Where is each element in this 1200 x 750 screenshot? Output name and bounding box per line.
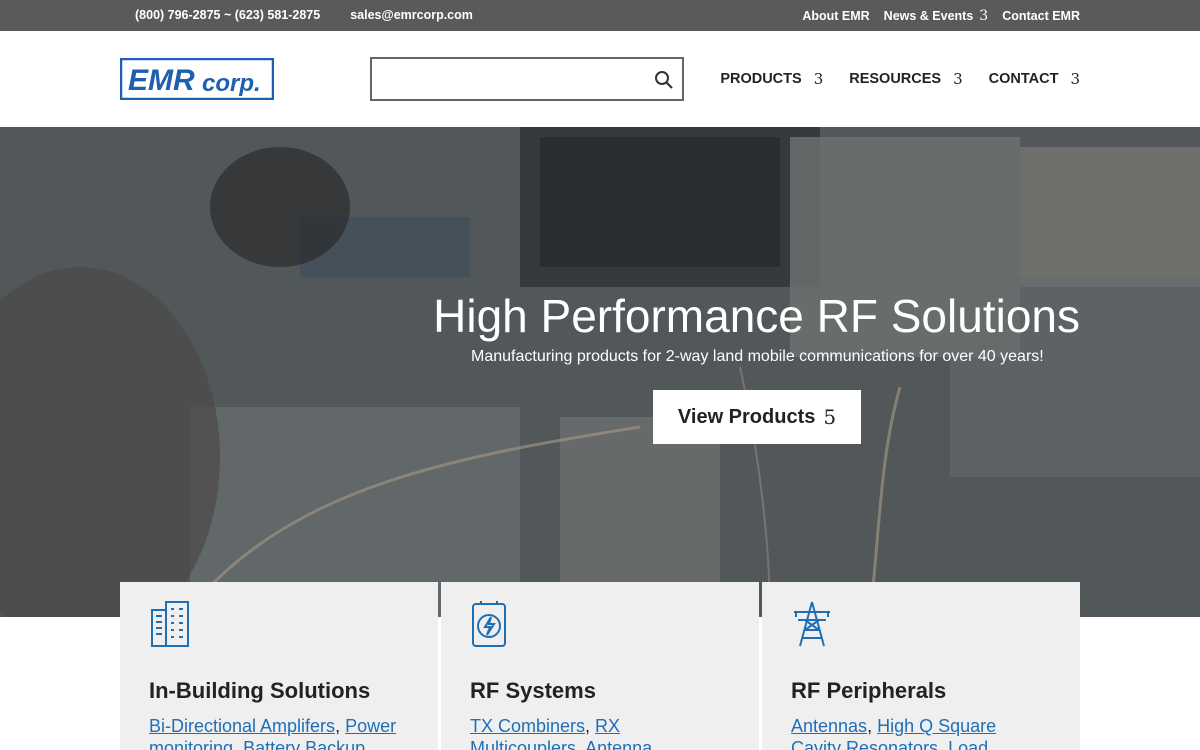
chevron-down-icon: 3: [979, 8, 989, 24]
solution-cards: In-Building Solutions Bi-Directional Amp…: [120, 582, 1080, 750]
view-products-button[interactable]: View Products 5: [653, 390, 861, 444]
link-tx-combiners[interactable]: TX Combiners: [470, 716, 585, 736]
battery-bolt-icon: [472, 601, 506, 647]
nav-products[interactable]: PRODUCTS 3: [720, 70, 823, 88]
link-antennas[interactable]: Antennas: [791, 716, 867, 736]
site-header: EMR corp. PRODUCTS 3 RESOURCES 3 CONTACT 3: [0, 31, 1200, 127]
svg-text:corp.: corp.: [202, 70, 261, 97]
card-links: Antennas, High Q Square Cavity Resonator…: [791, 715, 1051, 750]
phone-number[interactable]: (800) 796-2875 ~ (623) 581-2875: [135, 8, 320, 22]
hero-title: High Performance RF Solutions: [433, 290, 1080, 342]
chevron-down-icon: 3: [1070, 70, 1080, 88]
link-antenna[interactable]: Antenna: [585, 738, 652, 750]
svg-text:EMR: EMR: [128, 64, 195, 97]
link-bi-directional-amplifiers[interactable]: Bi-Directional Amplifers: [149, 716, 335, 736]
emr-corp-logo[interactable]: EMR corp.: [120, 58, 274, 100]
card-title: RF Systems: [470, 678, 596, 703]
nav-contact[interactable]: CONTACT 3: [989, 70, 1080, 88]
card-links: TX Combiners, RX Multicouplers, Antenna: [470, 715, 730, 750]
about-emr-link[interactable]: About EMR: [802, 9, 869, 23]
card-title: RF Peripherals: [791, 678, 947, 703]
card-links: Bi-Directional Amplifers, Power monitori…: [149, 715, 409, 750]
building-icon: [151, 601, 189, 647]
card-in-building-solutions: In-Building Solutions Bi-Directional Amp…: [120, 582, 438, 750]
chevron-down-icon: 3: [953, 70, 963, 88]
main-nav: PRODUCTS 3 RESOURCES 3 CONTACT 3: [720, 70, 1080, 88]
news-events-link[interactable]: News & Events 3: [884, 8, 989, 24]
nav-resources[interactable]: RESOURCES 3: [849, 70, 962, 88]
hero-banner: High Performance RF Solutions Manufactur…: [0, 127, 1200, 617]
chevron-down-icon: 3: [813, 70, 824, 88]
hero-subtitle: Manufacturing products for 2-way land mo…: [471, 348, 1044, 365]
arrow-right-icon: 5: [823, 405, 837, 429]
search-icon[interactable]: [654, 70, 674, 90]
top-bar: (800) 796-2875 ~ (623) 581-2875 sales@em…: [0, 0, 1200, 31]
card-rf-systems: RF Systems TX Combiners, RX Multicoupler…: [441, 582, 759, 750]
hero-overlay: [0, 127, 1200, 617]
tower-icon: [794, 601, 830, 647]
search-input[interactable]: [380, 61, 654, 99]
card-title: In-Building Solutions: [149, 678, 371, 703]
contact-emr-link[interactable]: Contact EMR: [1002, 9, 1080, 23]
search-box: [370, 57, 684, 101]
link-battery-backup[interactable]: Battery Backup: [243, 738, 365, 750]
email-link[interactable]: sales@emrcorp.com: [350, 8, 473, 22]
card-rf-peripherals: RF Peripherals Antennas, High Q Square C…: [762, 582, 1080, 750]
